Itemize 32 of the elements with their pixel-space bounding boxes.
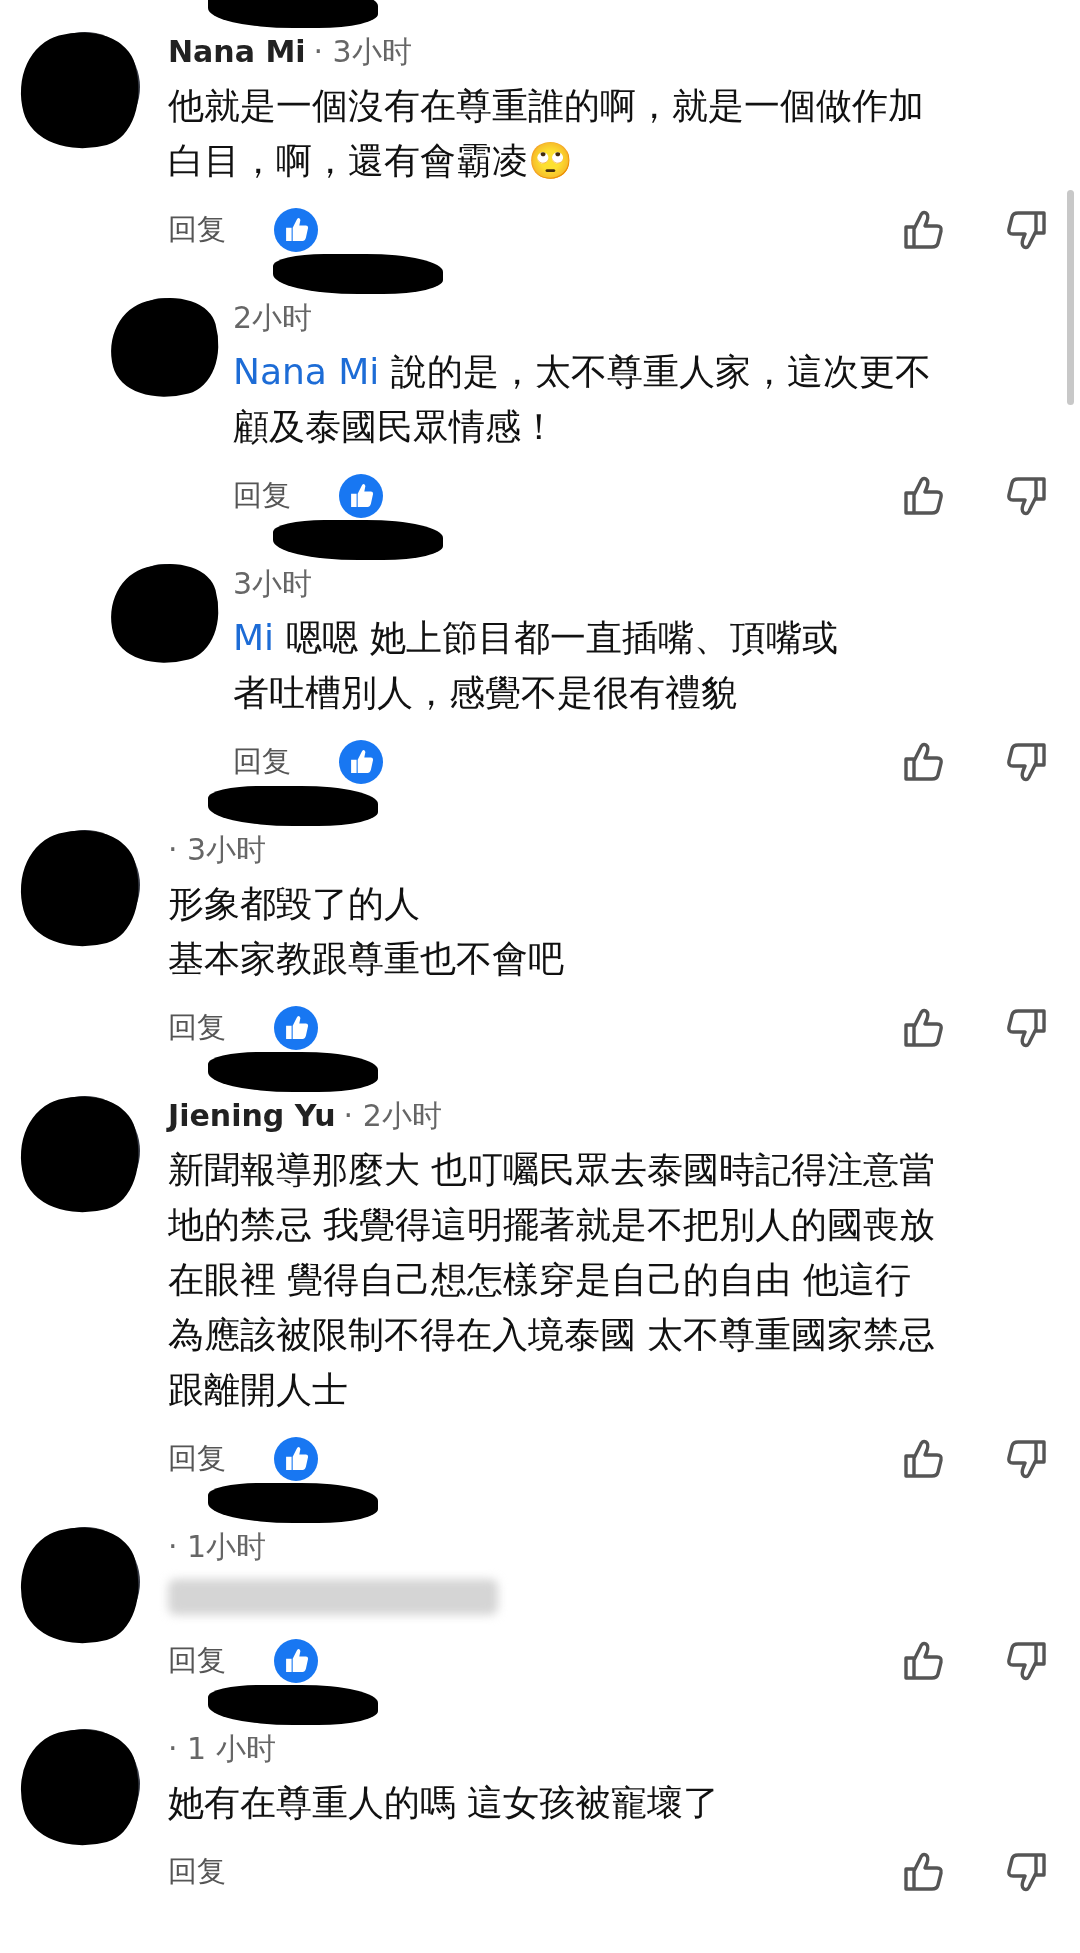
reply-button[interactable]: 回复 bbox=[168, 1641, 226, 1681]
user-name[interactable]: Nana Mi bbox=[168, 34, 306, 69]
comment-text: 說的是，太不尊重人家，這次更不 bbox=[391, 351, 932, 392]
comment-text: 為應該被限制不得在入境泰國 太不尊重國家禁忌 bbox=[168, 1313, 937, 1357]
timestamp: · 2小时 bbox=[343, 1097, 442, 1135]
timestamp: · 1 小时 bbox=[168, 1730, 276, 1768]
comment-text: 他就是一個沒有在尊重誰的啊，就是一個做作加 bbox=[168, 84, 925, 128]
mention-link[interactable]: Mi bbox=[233, 617, 275, 658]
comment-text: 在眼裡 覺得自己想怎樣穿是自己的自由 他這行 bbox=[168, 1258, 912, 1302]
user-name[interactable]: Jiening Yu bbox=[168, 1098, 336, 1133]
timestamp: · 1小时 bbox=[168, 1528, 267, 1566]
comment-text: 新聞報導那麼大 也叮囑民眾去泰國時記得注意當 bbox=[168, 1148, 937, 1192]
timestamp: · 3小时 bbox=[168, 831, 267, 869]
reply-button[interactable]: 回复 bbox=[168, 1008, 226, 1048]
mention-link[interactable]: Nana Mi bbox=[233, 351, 380, 392]
comment-text: 形象都毀了的人 bbox=[168, 882, 421, 926]
comment-text: 她有在尊重人的嗎 這女孩被寵壞了 bbox=[168, 1781, 721, 1825]
reply-button[interactable]: 回复 bbox=[233, 742, 291, 782]
comment-text: 者吐槽別人，感覺不是很有禮貌 bbox=[233, 671, 738, 715]
timestamp: 2小时 bbox=[233, 299, 313, 337]
reply-button[interactable]: 回复 bbox=[168, 1852, 226, 1892]
comment-text: 嗯嗯 她上節目都一直插嘴、頂嘴或 bbox=[286, 617, 838, 658]
timestamp: · 3小时 bbox=[313, 33, 412, 71]
comment-text: 地的禁忌 我覺得這明擺著就是不把別人的國喪放 bbox=[168, 1203, 937, 1247]
reply-button[interactable]: 回复 bbox=[168, 1439, 226, 1479]
comment-text: 顧及泰國民眾情感！ bbox=[233, 405, 558, 449]
comment-text: 白目，啊，還有會霸凌🙄 bbox=[168, 139, 574, 183]
reply-button[interactable]: 回复 bbox=[233, 476, 291, 516]
comment-text: 基本家教跟尊重也不會吧 bbox=[168, 937, 565, 981]
timestamp: 3小时 bbox=[233, 565, 313, 603]
reply-button[interactable]: 回复 bbox=[168, 210, 226, 250]
comment-text: 跟離開人士 bbox=[168, 1368, 349, 1412]
